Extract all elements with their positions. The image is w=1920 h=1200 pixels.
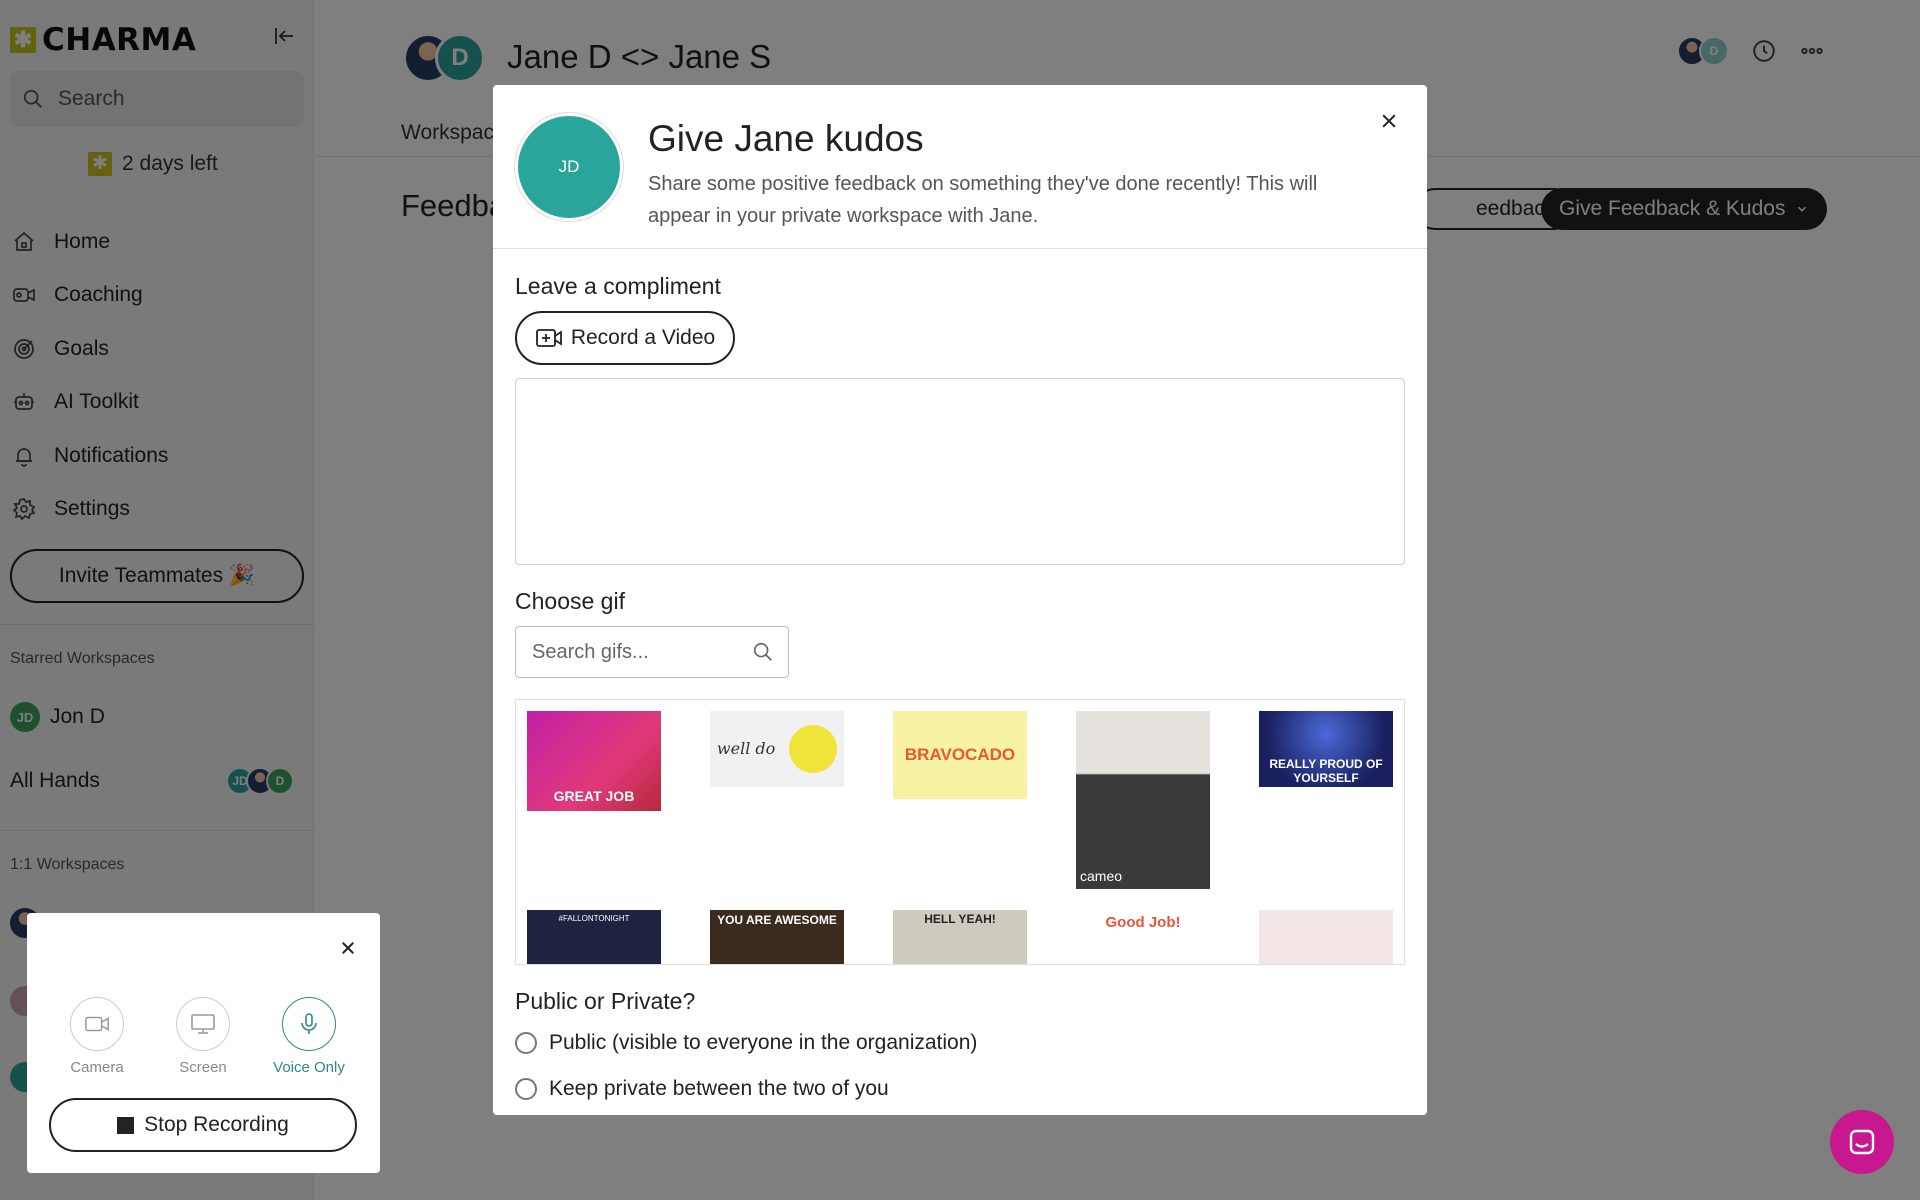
camera-option[interactable]: Camera: [52, 997, 142, 1076]
gif-great-job[interactable]: GREAT JOB: [527, 711, 661, 811]
gif-caption: HELL YEAH!: [924, 912, 996, 926]
gif-grid: GREAT JOB well do BRAVOCADO cameo REALLY…: [515, 699, 1405, 965]
gif-good-job[interactable]: Good Job!: [1076, 910, 1210, 964]
private-radio[interactable]: [515, 1078, 537, 1100]
gif-you-are-awesome[interactable]: YOU ARE AWESOME: [710, 910, 844, 964]
private-option-label: Keep private between the two of you: [549, 1077, 889, 1100]
private-option[interactable]: Keep private between the two of you: [515, 1077, 889, 1101]
kudos-modal: JD Give Jane kudos Share some positive f…: [493, 85, 1427, 1115]
gif-search-input[interactable]: [532, 640, 752, 664]
camera-button[interactable]: [70, 997, 124, 1051]
video-add-icon: [535, 329, 562, 347]
gif-hell-yeah[interactable]: HELL YEAH!: [893, 910, 1027, 964]
gif-caption: cameo: [1080, 868, 1123, 884]
camera-icon: [85, 1016, 109, 1032]
modal-title: Give Jane kudos: [648, 118, 924, 159]
public-option[interactable]: Public (visible to everyone in the organ…: [515, 1031, 977, 1055]
monitor-icon: [191, 1014, 215, 1034]
gif-caption: YOU ARE AWESOME: [717, 913, 837, 927]
screen-button[interactable]: [176, 997, 230, 1051]
search-icon[interactable]: [752, 641, 774, 663]
close-recorder-button[interactable]: [335, 935, 361, 961]
public-option-label: Public (visible to everyone in the organ…: [549, 1031, 978, 1054]
gif-bravocado[interactable]: BRAVOCADO: [893, 711, 1027, 799]
gif-search[interactable]: [515, 626, 789, 678]
gif-caption: well do: [716, 739, 776, 758]
gif-girl[interactable]: [1259, 910, 1393, 964]
record-video-button[interactable]: Record a Video: [515, 311, 735, 365]
gif-fallon[interactable]: #FALLONTONIGHT: [527, 910, 661, 964]
chat-icon: [1849, 1129, 1875, 1155]
screen-label: Screen: [179, 1059, 227, 1076]
stop-icon: [117, 1116, 135, 1134]
modal-header: JD Give Jane kudos Share some positive f…: [493, 85, 1427, 249]
public-radio[interactable]: [515, 1032, 537, 1054]
gif-caption: BRAVOCADO: [904, 745, 1016, 764]
voice-only-button[interactable]: [282, 997, 336, 1051]
chat-launcher-button[interactable]: [1830, 1110, 1894, 1174]
smiley-icon: [789, 725, 838, 773]
microphone-icon: [301, 1013, 317, 1034]
stop-recording-button[interactable]: Stop Recording: [49, 1098, 357, 1152]
screen-option[interactable]: Screen: [158, 997, 248, 1076]
modal-subtitle: Share some positive feedback on somethin…: [648, 173, 1318, 227]
camera-label: Camera: [70, 1059, 124, 1076]
stop-recording-label: Stop Recording: [144, 1113, 289, 1136]
choose-gif-label: Choose gif: [515, 588, 625, 614]
close-modal-button[interactable]: [1375, 107, 1403, 135]
recording-widget: Camera Screen Voice Only Stop Recording: [27, 913, 380, 1173]
gif-caption: REALLY PROUD OF YOURSELF: [1269, 757, 1383, 785]
gif-caption: #FALLONTONIGHT: [558, 914, 630, 923]
close-icon: [1382, 114, 1396, 128]
gif-really-proud[interactable]: REALLY PROUD OF YOURSELF: [1259, 711, 1393, 787]
visibility-label: Public or Private?: [515, 988, 696, 1014]
gif-well-done[interactable]: well do: [710, 711, 844, 787]
recipient-avatar: JD: [515, 113, 623, 221]
gif-caption: Good Job!: [1105, 914, 1181, 931]
gif-cameo[interactable]: cameo: [1076, 711, 1210, 889]
compliment-textarea[interactable]: [515, 378, 1405, 565]
gif-caption: GREAT JOB: [553, 788, 635, 804]
record-video-label: Record a Video: [570, 326, 716, 349]
voice-only-option[interactable]: Voice Only: [264, 997, 354, 1076]
voice-only-label: Voice Only: [273, 1059, 345, 1076]
close-icon: [342, 942, 354, 954]
compliment-label: Leave a compliment: [515, 273, 721, 299]
